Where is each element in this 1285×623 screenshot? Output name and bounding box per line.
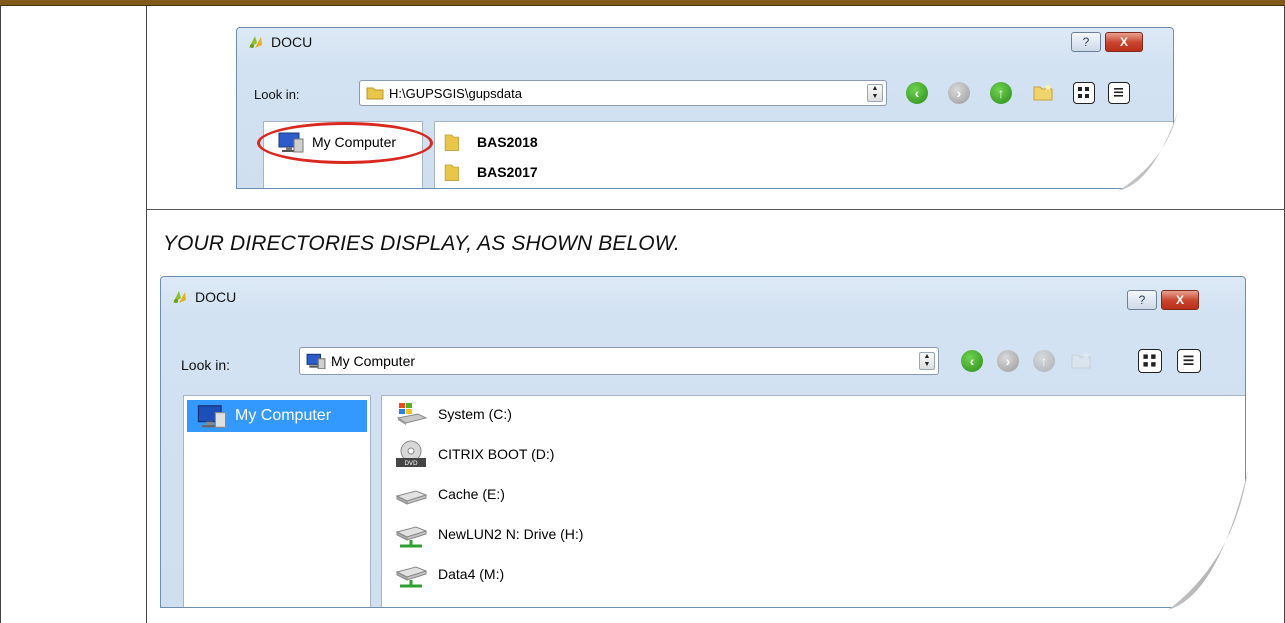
help-button[interactable]: ?	[1071, 32, 1101, 52]
forward-icon[interactable]: ›	[997, 350, 1019, 372]
new-folder-icon[interactable]	[1033, 83, 1053, 101]
page-curl-decoration	[1168, 470, 1248, 610]
list-view-icon[interactable]	[1138, 349, 1162, 373]
new-folder-icon[interactable]	[1071, 351, 1091, 369]
page-curl-decoration	[1118, 111, 1178, 191]
detail-view-icon[interactable]	[1177, 349, 1201, 373]
drive-item[interactable]: DVD CITRIX BOOT (D:)	[394, 440, 554, 468]
table-column-divider	[146, 6, 147, 623]
combo-spinner-icon[interactable]: ▲ ▼	[919, 352, 935, 370]
close-button[interactable]: X	[1105, 32, 1143, 52]
file-list-panel: BAS2018 BAS2017	[434, 121, 1173, 188]
file-list-panel: System (C:) DVD CITRIX BOOT (D:) Cache (…	[381, 395, 1245, 607]
help-button[interactable]: ?	[1127, 290, 1157, 310]
look-in-label: Look in:	[181, 357, 231, 373]
close-button[interactable]: X	[1161, 290, 1199, 310]
drive-item[interactable]: System (C:)	[394, 400, 512, 428]
file-item-label: BAS2017	[477, 164, 538, 180]
drive-item[interactable]: Cache (E:)	[394, 480, 505, 508]
look-in-path: H:\GUPSGIS\gupsdata	[389, 85, 522, 101]
drive-label: Data4 (M:)	[438, 566, 505, 582]
hard-drive-icon	[395, 490, 428, 505]
detail-view-icon[interactable]	[1108, 82, 1130, 104]
sidebar-panel: My Computer	[183, 395, 371, 607]
up-folder-icon[interactable]: ↑	[1033, 350, 1055, 372]
table-row-divider	[147, 209, 1284, 210]
sidebar-item-my-computer[interactable]: My Computer	[187, 400, 367, 432]
docu-dialog-small: DOCU ? X Look in: H:\GUPSGIS\gupsdata ▲ ▼…	[236, 27, 1174, 189]
combo-spinner-icon[interactable]: ▲ ▼	[867, 84, 883, 102]
drive-label: Cache (E:)	[438, 486, 505, 502]
look-in-path: My Computer	[331, 353, 416, 369]
folder-icon	[366, 87, 384, 100]
computer-icon	[197, 405, 227, 428]
highlight-ellipse	[257, 122, 433, 164]
drive-label: NewLUN2 N: Drive (H:)	[438, 526, 584, 542]
dialog-titlebar: DOCU ? X	[161, 277, 1245, 313]
dialog-title: DOCU	[195, 289, 237, 305]
folder-icon	[444, 134, 459, 151]
drive-item[interactable]: Data4 (M:)	[394, 560, 504, 588]
drive-label: System (C:)	[438, 406, 512, 422]
back-icon[interactable]: ‹	[961, 350, 983, 372]
look-in-combo[interactable]: My Computer ▲ ▼	[299, 347, 939, 375]
forward-icon[interactable]: ›	[948, 82, 970, 104]
docu-dialog-large: DOCU ? X Look in: My Computer ▲ ▼ ‹ › ↑ M…	[160, 276, 1246, 608]
drive-item[interactable]: NewLUN2 N: Drive (H:)	[394, 520, 583, 548]
up-folder-icon[interactable]: ↑	[990, 82, 1012, 104]
qgis-logo-icon	[249, 36, 262, 48]
sidebar-item-label: My Computer	[235, 407, 332, 424]
svg-text:DVD: DVD	[404, 460, 418, 467]
table-border-left	[0, 6, 1, 623]
dialog-title: DOCU	[271, 34, 313, 50]
look-in-combo[interactable]: H:\GUPSGIS\gupsdata ▲ ▼	[359, 80, 887, 106]
network-drive-icon	[395, 566, 428, 588]
file-item[interactable]: BAS2017	[443, 158, 538, 186]
file-item[interactable]: BAS2018	[443, 128, 538, 156]
back-icon[interactable]: ‹	[906, 82, 928, 104]
list-view-icon[interactable]	[1073, 82, 1095, 104]
file-item-label: BAS2018	[477, 134, 538, 150]
dvd-rom-icon: DVD	[396, 440, 426, 467]
qgis-logo-icon	[173, 291, 186, 303]
drive-label: CITRIX BOOT (D:)	[438, 446, 555, 462]
folder-icon	[444, 164, 459, 181]
instruction-caption: YOUR DIRECTORIES DISPLAY, AS SHOWN BELOW…	[163, 232, 680, 255]
dialog-titlebar: DOCU ? X	[237, 28, 1173, 58]
windows-drive-icon	[396, 403, 428, 425]
network-drive-icon	[395, 526, 428, 548]
computer-icon	[306, 353, 326, 369]
look-in-label: Look in:	[254, 87, 300, 102]
table-header-bar	[0, 0, 1285, 6]
